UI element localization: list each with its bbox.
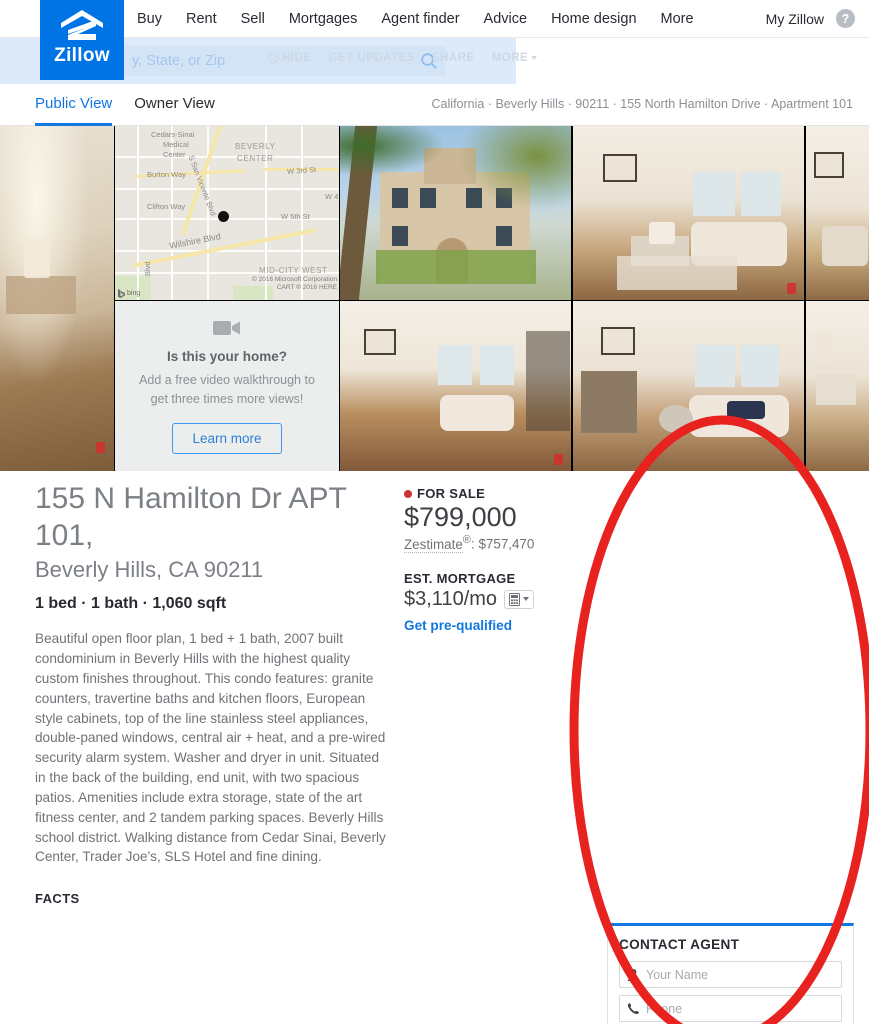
listing-price: $799,000 [404,502,517,532]
zillow-wordmark: Zillow [54,45,110,66]
map-label-13: Blvd [143,261,152,276]
status-badge: FOR SALE [404,486,589,501]
nav-links: Buy Rent Sell Mortgages Agent finder Adv… [137,11,694,27]
chevron-down-icon [523,597,530,602]
contact-agent-panel: CONTACT AGENT Your Name Phone [607,923,854,1024]
more-action[interactable]: MORE [492,52,538,64]
search-row: y, State, or Zip HIDE GET UPDATES SHARE … [0,38,869,84]
map-label-3: BEVERLY [235,142,276,151]
map-label-10: W 5th St [281,212,310,221]
question-mark-icon[interactable]: ? [836,9,855,28]
nav-link-agent-finder[interactable]: Agent finder [381,11,459,27]
nav-link-rent[interactable]: Rent [186,11,217,27]
property-description: Beautiful open floor plan, 1 bed + 1 bat… [35,631,386,865]
nav-link-home-design[interactable]: Home design [551,11,636,27]
nav-link-more[interactable]: More [661,11,694,27]
property-specs: 1 bed · 1 bath · 1,060 sqft [35,595,227,613]
map-label-2: Center [163,150,186,159]
map-canvas: Cedars-Sinai Medical Center BEVERLY CENT… [115,126,339,300]
status-dot-icon [404,489,412,498]
bing-label: bing [127,290,141,297]
map-attribution-line2: CART ® 2016 HERE [276,283,337,291]
map-label-7: Burton Way [147,170,186,179]
price-column: FOR SALE $799,000 Zestimate®: $757,470 E… [404,486,589,633]
status-label: FOR SALE [417,486,486,501]
hide-action[interactable]: HIDE [268,52,311,64]
nav-right-group: My Zillow ? [766,9,855,28]
phone-icon [627,1003,639,1015]
gallery-photo-living-room-partial[interactable] [806,126,869,300]
nav-link-advice[interactable]: Advice [484,11,528,27]
get-updates-action[interactable]: GET UPDATES [328,52,414,64]
calculator-icon [509,592,521,606]
zillow-listing-page: Buy Rent Sell Mortgages Agent finder Adv… [0,0,869,1024]
contact-agent-title: CONTACT AGENT [619,937,740,952]
map-label-6: W 4 [325,192,339,201]
breadcrumb: California · Beverly Hills · 90211 · 155… [431,97,853,111]
phone-field[interactable]: Phone [619,995,842,1022]
gallery-photo-building-exterior[interactable] [340,126,571,300]
zestimate-row: Zestimate®: $757,470 [404,534,589,553]
name-field[interactable]: Your Name [619,961,842,988]
mortgage-calculator-button[interactable] [504,589,535,609]
map-attribution-line1: © 2016 Microsoft Corporation [252,275,337,283]
get-prequalified-link[interactable]: Get pre-qualified [404,618,589,633]
zestimate-registered-mark: ® [462,534,472,547]
zestimate-value: : $757,470 [471,536,535,552]
zillow-logo[interactable]: Zillow [40,0,124,80]
address-city-state: Beverly Hills, CA 90211 [35,557,264,583]
video-promo-subtitle: Add a free video walkthrough to get thre… [139,373,315,406]
map-label-8: Clifton Way [147,202,186,211]
facts-heading: FACTS [35,891,80,907]
gallery-photo-living-room-2[interactable] [573,301,804,471]
more-action-label: MORE [491,52,529,64]
tab-owner-view[interactable]: Owner View [134,84,215,126]
photo-gallery: Cedars-Sinai Medical Center BEVERLY CENT… [0,126,869,471]
video-promo-card: Is this your home? Add a free video walk… [115,301,339,471]
video-promo-title: Is this your home? [166,349,288,365]
nav-link-mortgages[interactable]: Mortgages [289,11,358,27]
listing-action-links: HIDE GET UPDATES SHARE MORE [268,52,538,64]
zestimate-label: Zestimate [404,536,463,553]
top-navigation-bar: Buy Rent Sell Mortgages Agent finder Adv… [0,0,869,38]
my-zillow-link[interactable]: My Zillow [766,11,824,27]
location-dot-icon [218,211,229,222]
map-label-12: MID-CITY WEST [259,266,328,275]
map-label-0: Cedars-Sinai [151,130,195,139]
nav-link-sell[interactable]: Sell [241,11,265,27]
phone-placeholder: Phone [646,1001,683,1016]
view-tabs-row: Public View Owner View California · Beve… [0,84,869,126]
page-title: 155 N Hamilton Dr APT 101, [35,482,347,552]
name-placeholder: Your Name [646,967,709,982]
caret-down-icon [531,56,538,60]
mortgage-heading: EST. MORTGAGE [404,570,516,586]
gallery-map-tile[interactable]: Cedars-Sinai Medical Center BEVERLY CENT… [115,126,339,300]
listing-content: 155 N Hamilton Dr APT 101, Beverly Hills… [0,471,869,1024]
bing-b-icon [118,289,125,298]
share-action[interactable]: SHARE [432,52,475,64]
map-label-5: W 3rd St [286,164,317,177]
gallery-photo-wide-room[interactable] [340,301,571,471]
bing-logo: bing [118,289,140,298]
map-label-4: CENTER [237,154,274,163]
zillow-house-z-logo-icon [61,10,103,40]
tab-public-view[interactable]: Public View [35,84,113,126]
hide-action-label: HIDE [282,52,312,64]
nav-link-buy[interactable]: Buy [137,11,162,27]
video-camera-icon [213,321,240,336]
ban-circle-icon [268,52,279,64]
map-label-1: Medical [163,140,189,149]
gallery-photo-room-partial-right[interactable] [806,301,869,471]
gallery-photo-interior-entry[interactable] [0,126,114,471]
view-tabs: Public View Owner View [35,84,215,126]
listing-left-column: 155 N Hamilton Dr APT 101, Beverly Hills… [35,481,386,907]
mortgage-row: $3,110/mo [404,588,589,611]
mortgage-amount: $3,110/mo [404,587,498,610]
learn-more-button[interactable]: Learn more [172,422,282,454]
gallery-photo-living-room-1[interactable] [573,126,804,300]
map-attribution: © 2016 Microsoft Corporation CART ® 2016… [252,276,337,292]
person-icon [627,969,640,981]
